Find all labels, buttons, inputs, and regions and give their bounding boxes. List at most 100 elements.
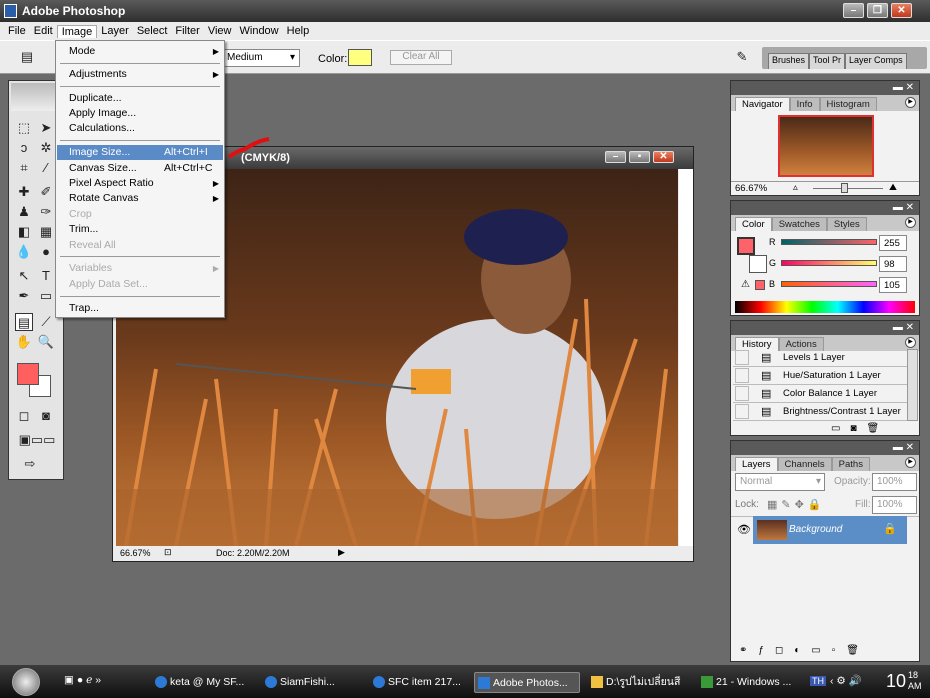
tray-icons[interactable]: ‹ ⚙ 🔊 bbox=[830, 674, 862, 687]
blur-tool-icon[interactable]: 💧 bbox=[15, 243, 33, 261]
lock-icons[interactable]: ▦✎✥🔒 bbox=[767, 498, 826, 511]
note-color-swatch[interactable] bbox=[348, 49, 372, 66]
g-slider[interactable] bbox=[781, 260, 877, 266]
menu-item-trap[interactable]: Trap... bbox=[57, 301, 223, 316]
zoom-level[interactable]: 66.67% bbox=[120, 548, 151, 558]
standard-mode-icon[interactable]: ◻ bbox=[15, 407, 33, 425]
doc-minimize-button[interactable]: – bbox=[605, 151, 626, 163]
tab-styles[interactable]: Styles bbox=[826, 217, 867, 231]
zoom-slider[interactable] bbox=[813, 188, 883, 189]
menu-file[interactable]: File bbox=[4, 25, 30, 37]
navigator-thumbnail[interactable] bbox=[778, 115, 874, 177]
magic-wand-icon[interactable]: ✲ bbox=[37, 139, 55, 157]
move-tool-icon[interactable]: ➤ bbox=[37, 119, 55, 137]
foreground-swatch[interactable] bbox=[737, 237, 755, 255]
tab-navigator[interactable]: Navigator bbox=[735, 97, 790, 111]
g-value[interactable]: 98 bbox=[879, 256, 907, 272]
slice-tool-icon[interactable]: ∕ bbox=[37, 159, 55, 177]
menu-view[interactable]: View bbox=[204, 25, 236, 37]
menu-image[interactable]: Image bbox=[56, 24, 98, 38]
taskbar-item[interactable]: keta @ My SF... bbox=[152, 672, 252, 693]
taskbar-item-active[interactable]: Adobe Photos... bbox=[474, 672, 580, 693]
menu-item-rotate-canvas[interactable]: Rotate Canvas ▶ bbox=[57, 191, 223, 206]
eraser-tool-icon[interactable]: ◧ bbox=[15, 223, 33, 241]
background-swatch[interactable] bbox=[749, 255, 767, 273]
taskbar-item[interactable]: 21 - Windows ... bbox=[698, 672, 802, 693]
quick-launch-icons[interactable]: ▣ ● ℯ » bbox=[64, 674, 101, 686]
dodge-tool-icon[interactable]: ● bbox=[37, 243, 55, 261]
gamut-swatch[interactable] bbox=[755, 280, 765, 290]
taskbar-item[interactable]: D:\รูปไม่เปลี่ยนสี bbox=[588, 672, 692, 693]
gradient-tool-icon[interactable]: ▦ bbox=[37, 223, 55, 241]
menu-item-apply-image[interactable]: Apply Image... bbox=[57, 106, 223, 121]
zoom-out-icon[interactable]: ▵ bbox=[793, 182, 798, 193]
clock-hour[interactable]: 10 bbox=[886, 671, 906, 692]
zoom-in-icon[interactable]: ⛰ bbox=[889, 182, 897, 193]
eyedropper-icon[interactable]: ⟋ bbox=[37, 313, 55, 331]
shape-tool-icon[interactable]: ▭ bbox=[37, 287, 55, 305]
history-item[interactable]: ▤ Hue/Saturation 1 Layer bbox=[733, 367, 907, 385]
layer-background[interactable]: Background 🔒 bbox=[753, 516, 907, 544]
doc-close-button[interactable]: ✕ bbox=[653, 151, 674, 163]
r-value[interactable]: 255 bbox=[879, 235, 907, 251]
gamut-warning-icon[interactable]: ⚠ bbox=[741, 279, 750, 290]
jump-to-imageready-icon[interactable]: ⇨ bbox=[15, 455, 45, 473]
notes-tool-preset-icon[interactable]: ▤ bbox=[18, 48, 36, 66]
menu-select[interactable]: Select bbox=[133, 25, 172, 37]
eye-visibility-icon[interactable]: 👁 bbox=[737, 523, 751, 536]
opacity-field[interactable]: 100% bbox=[872, 473, 917, 491]
language-indicator[interactable]: TH bbox=[810, 676, 826, 686]
menu-edit[interactable]: Edit bbox=[30, 25, 57, 37]
history-footer-icons[interactable]: ▭◙🗑 bbox=[831, 423, 889, 434]
menu-filter[interactable]: Filter bbox=[171, 25, 203, 37]
hand-tool-icon[interactable]: ✋ bbox=[15, 333, 33, 351]
style-select[interactable]: Medium ▾ bbox=[222, 49, 300, 67]
screen-mode-icons[interactable]: ▣▭▭ bbox=[15, 431, 59, 449]
marquee-tool-icon[interactable]: ⬚ bbox=[15, 119, 33, 137]
navigator-zoom[interactable]: 66.67% bbox=[735, 183, 767, 194]
tab-tool-presets[interactable]: Tool Pr bbox=[809, 53, 846, 69]
panel-menu-icon[interactable]: ▶ bbox=[905, 217, 916, 228]
file-browser-icon[interactable]: ✎ bbox=[733, 48, 751, 66]
close-button[interactable]: ✕ bbox=[891, 3, 912, 18]
menu-item-canvas-size[interactable]: Canvas Size... Alt+Ctrl+C bbox=[57, 161, 223, 176]
r-slider[interactable] bbox=[781, 239, 877, 245]
tab-swatches[interactable]: Swatches bbox=[771, 217, 827, 231]
menu-item-adjustments[interactable]: Adjustments ▶ bbox=[57, 67, 223, 82]
layers-footer-icons[interactable]: ⚭ƒ◻◐▭▫🗑 bbox=[739, 645, 870, 656]
menu-item-duplicate[interactable]: Duplicate... bbox=[57, 91, 223, 106]
clear-all-button[interactable]: Clear All bbox=[390, 50, 452, 65]
brush-tool-icon[interactable]: ✐ bbox=[37, 183, 55, 201]
tab-channels[interactable]: Channels bbox=[777, 457, 832, 471]
history-brush-icon[interactable]: ✑ bbox=[37, 203, 55, 221]
menu-item-mode[interactable]: Mode ▶ bbox=[57, 44, 223, 59]
restore-button[interactable]: ❐ bbox=[867, 3, 888, 18]
history-item[interactable]: ▤ Color Balance 1 Layer bbox=[733, 385, 907, 403]
menu-item-trim[interactable]: Trim... bbox=[57, 222, 223, 237]
menu-item-pixel-aspect-ratio[interactable]: Pixel Aspect Ratio ▶ bbox=[57, 176, 223, 191]
tab-info[interactable]: Info bbox=[789, 97, 820, 111]
foreground-color[interactable] bbox=[17, 363, 39, 385]
tab-brushes[interactable]: Brushes bbox=[768, 53, 810, 69]
tab-layer-comps[interactable]: Layer Comps bbox=[845, 53, 907, 69]
taskbar-item[interactable]: SFC item 217... bbox=[370, 672, 470, 693]
panel-menu-icon[interactable]: ▶ bbox=[905, 337, 916, 348]
vertical-scrollbar[interactable] bbox=[679, 169, 693, 546]
history-scrollbar[interactable] bbox=[907, 349, 918, 421]
zoom-slider-handle[interactable] bbox=[841, 183, 848, 193]
panel-menu-icon[interactable]: ▶ bbox=[905, 97, 916, 108]
menu-help[interactable]: Help bbox=[283, 25, 314, 37]
tab-histogram[interactable]: Histogram bbox=[819, 97, 877, 111]
start-button[interactable] bbox=[12, 668, 40, 696]
crop-tool-icon[interactable]: ⌗ bbox=[15, 159, 33, 177]
menu-item-calculations[interactable]: Calculations... bbox=[57, 121, 223, 136]
type-tool-icon[interactable]: T bbox=[37, 267, 55, 285]
panel-menu-icon[interactable]: ▶ bbox=[905, 457, 916, 468]
taskbar-item[interactable]: SiamFishi... bbox=[262, 672, 362, 693]
b-slider[interactable] bbox=[781, 281, 877, 287]
stamp-tool-icon[interactable]: ♟ bbox=[15, 203, 33, 221]
tab-layers[interactable]: Layers bbox=[735, 457, 778, 471]
notes-tool-icon[interactable]: ▤ bbox=[15, 313, 33, 331]
tab-color[interactable]: Color bbox=[735, 217, 772, 231]
zoom-tool-icon[interactable]: 🔍 bbox=[37, 333, 55, 351]
